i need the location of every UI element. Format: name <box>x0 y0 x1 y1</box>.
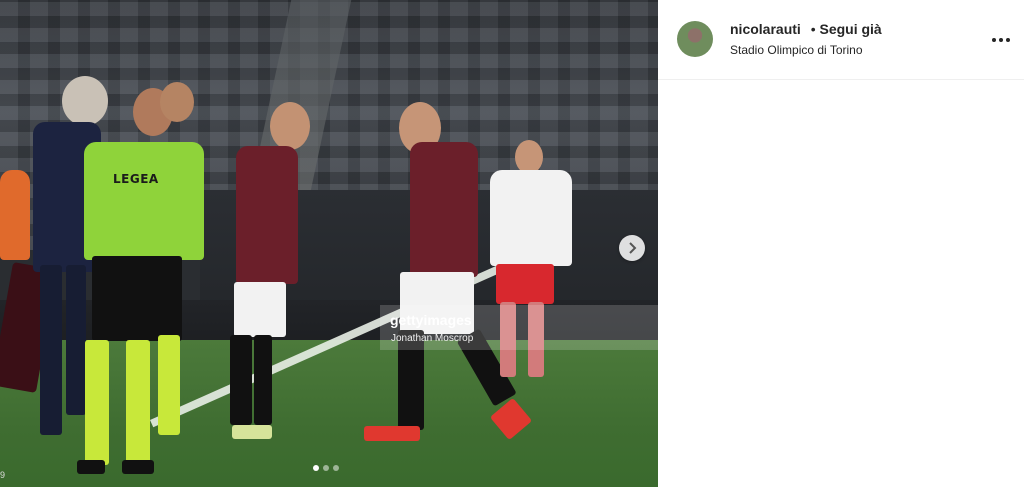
post-image[interactable]: LEGEA gettyimages Jonathan Moscrop 9 <box>0 0 658 487</box>
carousel-indicator <box>313 465 339 471</box>
carousel-dot <box>333 465 339 471</box>
referee-shirt-text: LEGEA <box>113 172 159 186</box>
avatar[interactable] <box>677 21 713 57</box>
carousel-dot <box>313 465 319 471</box>
watermark-logo: gettyimages <box>390 312 472 328</box>
carousel-next-button[interactable] <box>619 235 645 261</box>
username-link[interactable]: nicolarauti <box>730 21 801 37</box>
post-sidebar: nicolarauti • Segui già Stadio Olimpico … <box>658 0 1024 487</box>
carousel-dot <box>323 465 329 471</box>
watermark-credit: Jonathan Moscrop <box>391 333 474 344</box>
chevron-right-icon <box>629 242 637 254</box>
location-link[interactable]: Stadio Olimpico di Torino <box>730 43 863 57</box>
image-corner-text: 9 <box>0 470 6 480</box>
following-button[interactable]: Segui già <box>819 21 881 37</box>
post-header: nicolarauti • Segui già Stadio Olimpico … <box>658 0 1024 80</box>
username-row: nicolarauti • Segui già <box>730 21 882 37</box>
more-options-icon[interactable] <box>990 30 1012 50</box>
follow-separator: • <box>810 21 816 37</box>
